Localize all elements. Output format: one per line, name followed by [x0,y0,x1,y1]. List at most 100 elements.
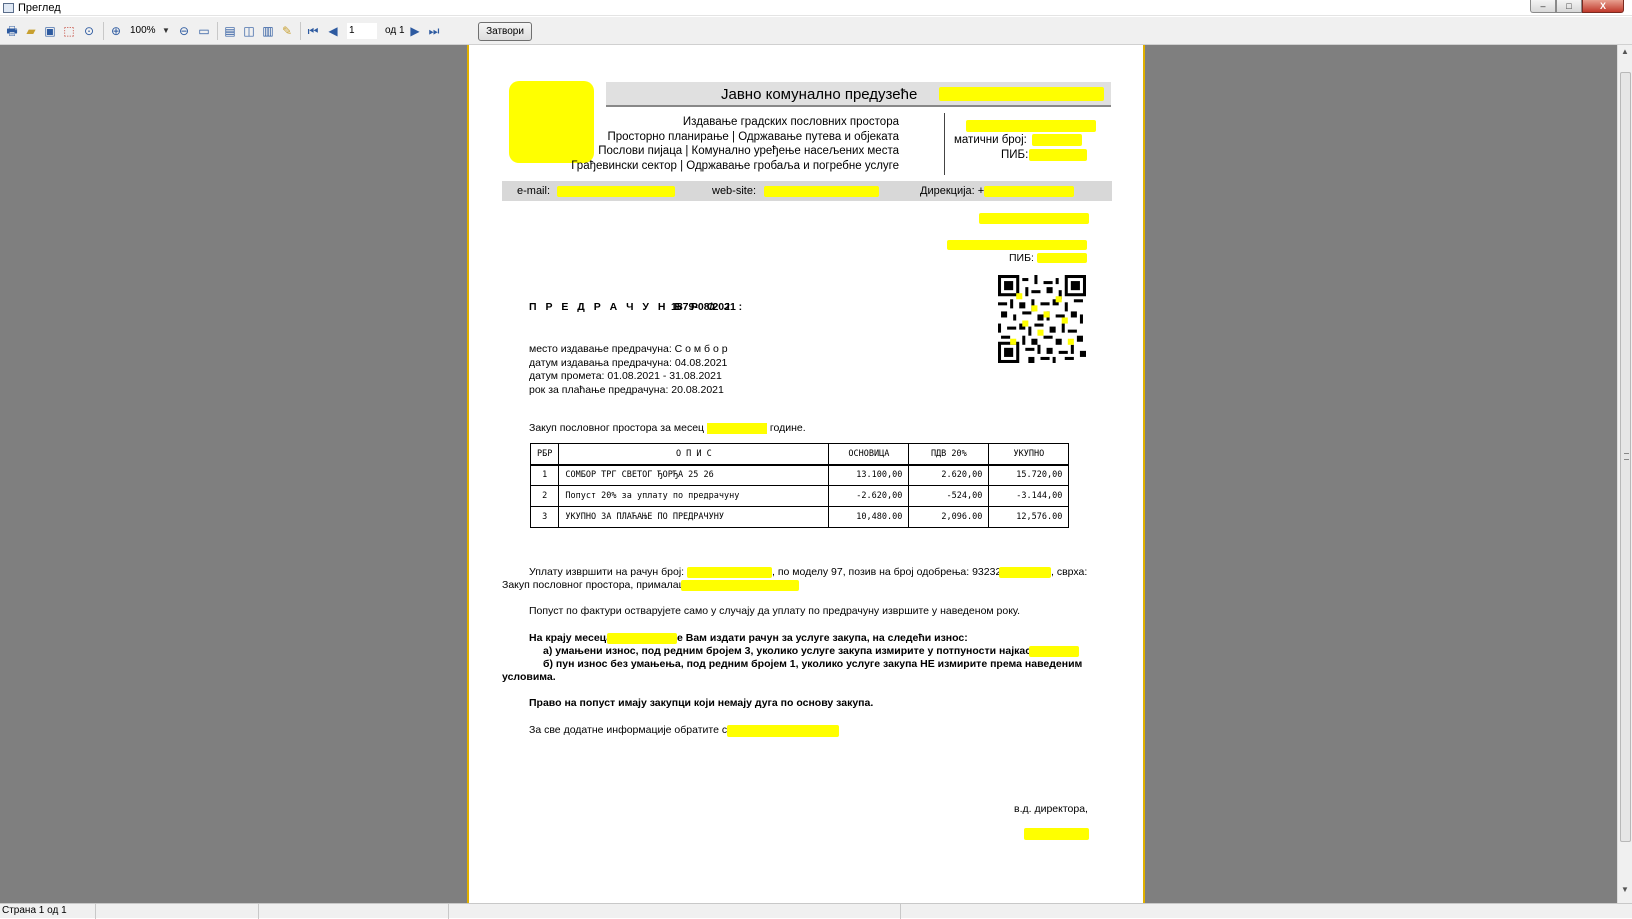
redaction [557,186,675,197]
chevron-down-icon[interactable]: ▼ [162,23,170,39]
toolbar-separator [103,22,104,40]
grip-icon [1624,453,1629,460]
tax-id-label: ПИБ: [1001,149,1029,161]
find-icon[interactable]: ⊙ [81,23,97,39]
redaction [727,725,839,737]
payment-model-text: , по моделу 97, позив на број одобрења: … [772,566,1002,578]
redaction [1029,149,1087,161]
zoom-in-icon[interactable]: ⊕ [108,23,124,39]
table-cell: 12,576.00 [988,506,1070,528]
redaction [1029,646,1079,657]
page-width-icon[interactable]: ▭ [196,23,212,39]
company-title-text: Јавно комунално предузеће [721,86,918,103]
single-page-icon[interactable]: ▤ [222,23,238,39]
info-note: За све додатне информације обратите се у [529,724,742,736]
last-page-icon[interactable]: ⏭ [426,23,442,39]
col-header: ПДВ 20% [908,443,990,466]
meta-line: рок за плаћање предрачуна: 20.08.2021 [529,383,724,396]
table-cell: Попуст 20% за уплату по предрачуну [558,485,830,507]
two-page-icon[interactable]: ◫ [241,23,257,39]
toolbar: 🖶 ▰ ▣ ⬚ ⊙ ⊕ 100% ▼ ⊖ ▭ ▤ ◫ ▥ ✎ ⏮ ◀ 1 од … [0,17,1632,45]
discount-note: Попуст по фактури остварујете само у слу… [529,605,1021,617]
status-divider [448,904,449,919]
end-month-text: На крају месеца [529,632,613,644]
scroll-down-icon[interactable]: ▼ [1620,885,1630,899]
redaction [999,567,1051,578]
minimize-button[interactable]: – [1530,0,1556,13]
recipient-redaction [947,240,1087,250]
page-number-input[interactable]: 1 [347,23,377,39]
vertical-scrollbar[interactable]: ▲ ▼ [1617,45,1632,903]
registration-id-label: матични број: [954,134,1027,146]
table-row: 2 Попуст 20% за уплату по предрачуну -2.… [529,485,1070,507]
table-cell: -2.620,00 [828,485,910,507]
end-month-text-cont: е Вам издати рачун за услуге закупа, на … [677,632,968,644]
close-window-button[interactable]: X [1582,0,1624,13]
edit-icon[interactable]: ✎ [279,23,295,39]
open-folder-icon[interactable]: ▰ [23,23,39,39]
col-header: О П И С [558,443,830,466]
recipient-tax-label: ПИБ: [1009,252,1034,264]
table-cell: 2 [529,485,560,507]
table-cell: 13.100,00 [828,464,910,486]
scroll-up-icon[interactable]: ▲ [1620,47,1630,61]
page-setup-icon[interactable]: ▥ [260,23,276,39]
table-cell: 2,096.00 [908,506,990,528]
redaction [607,633,677,644]
redaction [939,87,1104,101]
table-cell: 15.720,00 [988,464,1070,486]
redaction [764,186,879,197]
print-icon[interactable]: 🖶 [4,23,20,39]
title-bar: Преглед – □ X [0,0,1632,16]
window-controls: – □ X [1530,0,1624,14]
document-number: 1879-08/2021 [671,301,736,313]
toolbar-separator [217,22,218,40]
table-header-row: РБР О П И С ОСНОВИЦА ПДВ 20% УКУПНО [529,443,1070,466]
table-cell: СОМБОР ТРГ СВЕТОГ ЂОРЂА 25 26 [558,464,830,486]
signature-label: в.д. директора, [1014,803,1088,815]
meta-line: место издавање предрачуна: С о м б о р [529,343,728,355]
col-header: РБР [529,443,560,466]
table-row: 3 УКУПНО ЗА ПЛАЋАЊЕ ПО ПРЕДРАЧУНУ 10,480… [529,506,1070,528]
redaction [984,186,1074,197]
qr-code [998,275,1086,363]
maximize-button[interactable]: □ [1556,0,1582,13]
option-b-cont: условима. [502,671,556,683]
direction-label: Дирекција: + [920,185,985,197]
status-divider [900,904,901,919]
option-a: а) умањени износ, под редним бројем 3, у… [543,645,1069,657]
scroll-thumb[interactable] [1620,72,1631,842]
service-line: Издавање градских пословних простора [682,116,899,128]
meta-line: датум издавања предрачуна: 04.08.2021 [529,356,728,369]
page-count-label: од 1 [385,25,405,36]
zoom-out-icon[interactable]: ⊖ [176,23,192,39]
divider [944,113,945,175]
service-line: Просторно планирање | Одржавање путева и… [607,130,900,143]
email-label: e-mail: [517,185,551,197]
prev-page-icon[interactable]: ◀ [325,23,341,39]
status-page-text: Страна 1 од 1 [2,905,67,916]
payment-recipient-label: Закуп пословног простора, прималац: [502,579,688,591]
table-cell: 1 [529,464,560,486]
save-icon[interactable]: ▣ [42,23,58,39]
next-page-icon[interactable]: ▶ [407,23,423,39]
window-title: Преглед [18,2,61,14]
redaction [681,580,799,591]
discount-right-note: Право на попуст имају закупци који немај… [529,697,874,709]
toolbar-separator [300,22,301,40]
redaction [1032,134,1082,146]
items-table: РБР О П И С ОСНОВИЦА ПДВ 20% УКУПНО 1 СО… [529,443,1070,528]
pdf-export-icon[interactable]: ⬚ [61,23,77,39]
service-line: Послови пијаца | Комунално уређење насељ… [598,145,899,157]
recipient-redaction [979,213,1089,224]
table-cell: УКУПНО ЗА ПЛАЋАЊЕ ПО ПРЕДРАЧУНУ [558,506,830,528]
first-page-icon[interactable]: ⏮ [305,23,321,39]
close-preview-button[interactable]: Затвори [478,22,532,41]
table-cell: 2.620,00 [908,464,990,486]
option-b: б) пун износ без умањења, под редним бро… [543,658,1083,670]
service-line: Грађевински сектор | Одржавање гробаља и… [571,159,899,172]
payment-purpose-label: , сврха: [1051,566,1088,578]
table-row: 1 СОМБОР ТРГ СВЕТОГ ЂОРЂА 25 26 13.100,0… [529,464,1070,486]
meta-line: датум промета: 01.08.2021 - 31.08.2021 [529,370,722,382]
table-cell: 10,480.00 [828,506,910,528]
